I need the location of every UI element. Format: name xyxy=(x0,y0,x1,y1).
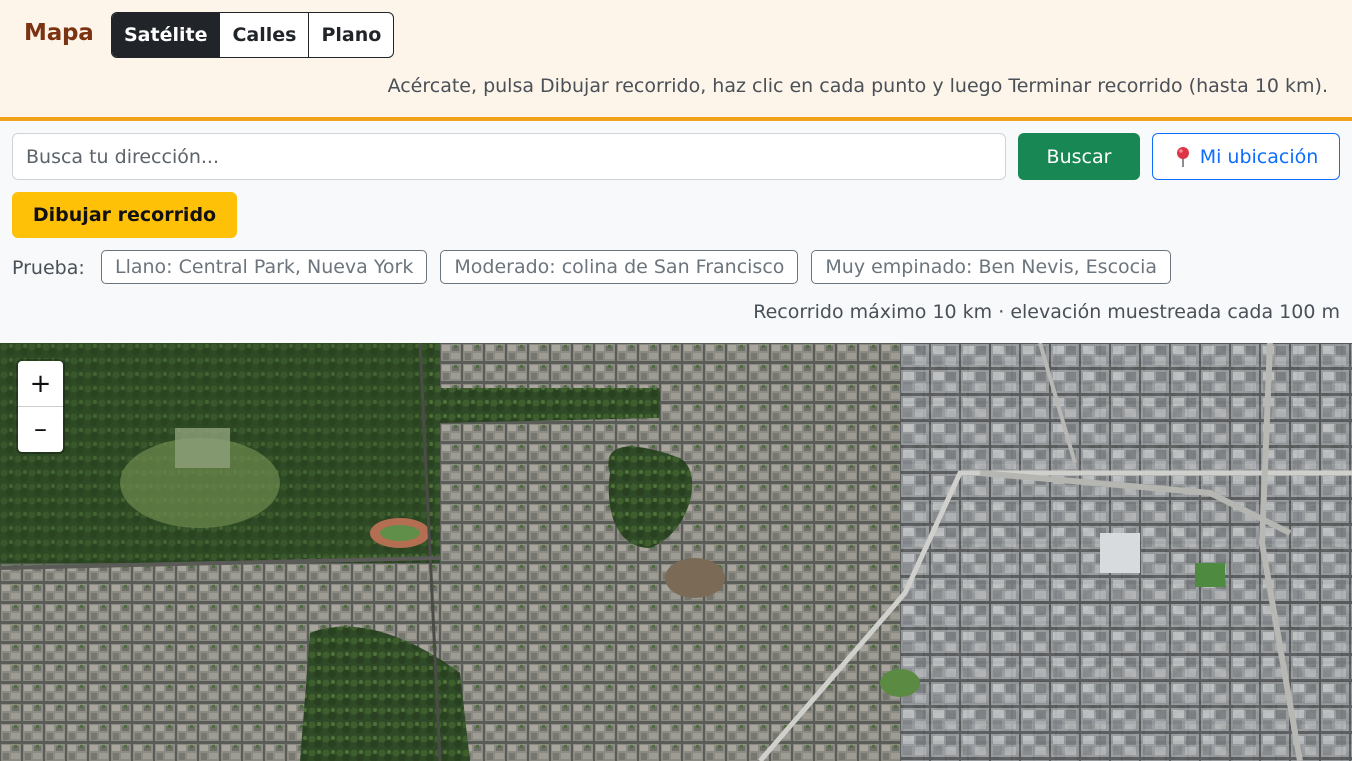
layer-plain-button[interactable]: Plano xyxy=(308,13,393,57)
example-flat-button[interactable]: Llano: Central Park, Nueva York xyxy=(101,250,428,284)
zoom-out-button[interactable]: – xyxy=(18,406,63,451)
my-location-label: Mi ubicación xyxy=(1199,145,1319,168)
brand-title: Mapa xyxy=(24,20,94,46)
satellite-map[interactable]: + – xyxy=(0,343,1352,761)
controls-panel: Buscar Mi ubicación Dibujar recorrido Pr… xyxy=(0,121,1352,343)
example-moderate-button[interactable]: Moderado: colina de San Francisco xyxy=(440,250,799,284)
app-header: Mapa Satélite Calles Plano Acércate, pul… xyxy=(0,0,1352,121)
zoom-control: + – xyxy=(18,361,63,452)
zoom-in-button[interactable]: + xyxy=(18,361,63,406)
example-steep-button[interactable]: Muy empinado: Ben Nevis, Escocia xyxy=(811,250,1172,284)
layer-streets-button[interactable]: Calles xyxy=(219,13,308,57)
layer-satellite-button[interactable]: Satélite xyxy=(112,13,220,57)
map-pin-icon xyxy=(1174,146,1192,168)
examples-label: Prueba: xyxy=(12,257,85,279)
draw-route-button[interactable]: Dibujar recorrido xyxy=(12,192,237,238)
example-chips: Llano: Central Park, Nueva York Moderado… xyxy=(101,250,1172,284)
route-limits-note: Recorrido máximo 10 km · elevación muest… xyxy=(753,301,1340,323)
my-location-button[interactable]: Mi ubicación xyxy=(1152,133,1340,180)
address-search-input[interactable] xyxy=(12,133,1006,180)
instructions-hint: Acércate, pulsa Dibujar recorrido, haz c… xyxy=(387,75,1328,97)
search-button[interactable]: Buscar xyxy=(1018,133,1140,180)
map-layer-switch: Satélite Calles Plano xyxy=(111,12,395,58)
satellite-imagery xyxy=(0,343,1352,761)
